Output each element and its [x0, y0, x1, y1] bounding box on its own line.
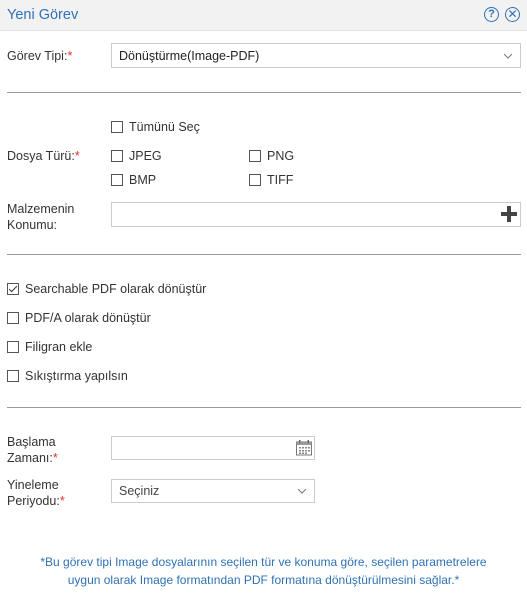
chevron-down-icon	[503, 49, 513, 59]
checkbox-box[interactable]	[7, 312, 19, 324]
checkbox-box[interactable]	[7, 283, 19, 295]
checkbox-box[interactable]	[111, 174, 123, 186]
divider	[7, 254, 521, 255]
info-note: *Bu görev tipi Image dosyalarının seçile…	[40, 555, 487, 587]
watermark-checkbox[interactable]: Filigran ekle	[7, 340, 92, 354]
close-icon[interactable]: ✕	[505, 7, 520, 22]
task-type-select[interactable]: Dönüştürme(Image-PDF)	[111, 43, 521, 68]
start-time-input[interactable]	[111, 436, 315, 460]
checkbox-box[interactable]	[111, 121, 123, 133]
divider	[7, 92, 521, 93]
file-type-tiff-checkbox[interactable]: TIFF	[249, 173, 293, 187]
divider	[7, 407, 521, 408]
chevron-down-icon	[297, 485, 307, 494]
checkbox-box[interactable]	[7, 370, 19, 382]
checkbox-box[interactable]	[111, 150, 123, 162]
checkbox-box[interactable]	[249, 150, 261, 162]
location-label: Malzemenin Konumu:	[7, 202, 75, 232]
file-type-png-checkbox[interactable]: PNG	[249, 149, 294, 163]
repeat-period-label: Yineleme Periyodu:*	[7, 478, 65, 508]
dialog-header: Yeni Görev ? ✕	[0, 0, 527, 31]
calendar-icon[interactable]	[295, 439, 313, 457]
dialog-title: Yeni Görev	[7, 7, 79, 23]
plus-icon[interactable]	[501, 206, 517, 222]
repeat-period-value: Seçiniz	[119, 484, 160, 498]
repeat-period-select[interactable]: Seçiniz	[111, 479, 315, 503]
select-all-checkbox[interactable]: Tümünü Seç	[111, 120, 200, 134]
searchable-pdf-checkbox[interactable]: Searchable PDF olarak dönüştür	[7, 282, 206, 296]
pdfa-checkbox[interactable]: PDF/A olarak dönüştür	[7, 311, 151, 325]
task-type-value: Dönüştürme(Image-PDF)	[119, 48, 260, 63]
checkbox-box[interactable]	[249, 174, 261, 186]
file-type-bmp-checkbox[interactable]: BMP	[111, 173, 156, 187]
compression-checkbox[interactable]: Sıkıştırma yapılsın	[7, 369, 128, 383]
file-type-label: Dosya Türü:*	[7, 149, 80, 163]
help-icon[interactable]: ?	[484, 7, 499, 22]
location-input[interactable]	[111, 202, 521, 227]
checkbox-box[interactable]	[7, 341, 19, 353]
start-time-label: Başlama Zamanı:*	[7, 435, 58, 465]
file-type-jpeg-checkbox[interactable]: JPEG	[111, 149, 162, 163]
task-type-label: Görev Tipi:*	[7, 49, 73, 63]
